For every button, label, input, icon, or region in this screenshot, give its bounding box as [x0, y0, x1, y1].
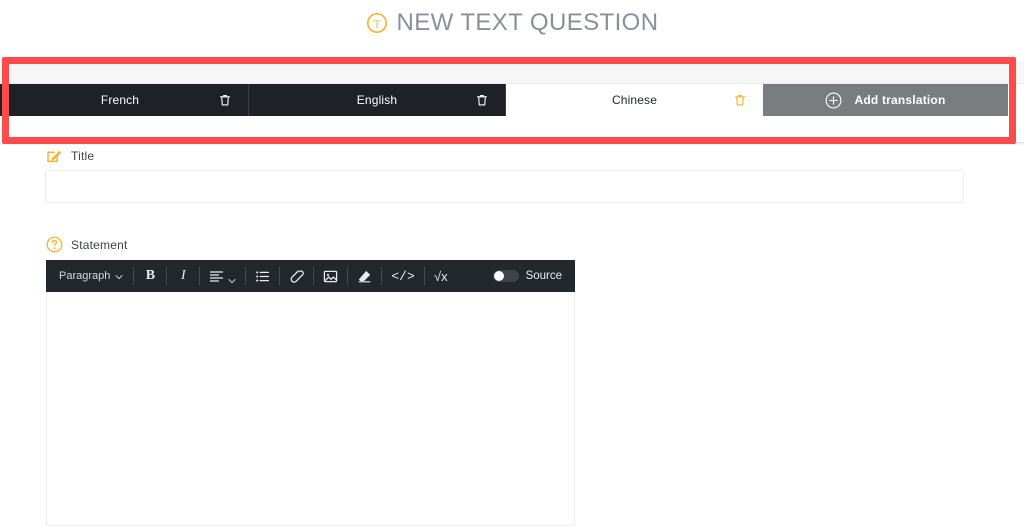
plus-circle-icon — [825, 92, 842, 109]
add-translation-button[interactable]: Add translation — [763, 84, 1008, 116]
bulleted-list-icon[interactable] — [250, 264, 275, 288]
translation-tab-row: French English Chinese — [0, 84, 1024, 116]
statement-field-label: Statement — [46, 236, 128, 253]
code-icon[interactable]: </> — [386, 264, 419, 288]
block-format-label: Paragraph — [59, 270, 110, 282]
italic-icon[interactable]: I — [171, 264, 195, 288]
edit-pencil-icon — [46, 147, 63, 164]
title-input[interactable] — [45, 170, 964, 203]
toolbar-separator — [381, 267, 382, 285]
page-title: NEW TEXT QUESTION — [397, 9, 659, 37]
eraser-icon[interactable] — [352, 264, 377, 288]
chevron-down-icon — [115, 272, 123, 280]
statement-editor-content[interactable] — [46, 292, 575, 526]
toolbar-separator — [133, 267, 134, 285]
toolbar-separator — [313, 267, 314, 285]
tab-english[interactable]: English — [249, 84, 506, 116]
tab-chinese[interactable]: Chinese — [506, 84, 763, 116]
chevron-down-icon — [228, 272, 236, 280]
tab-chinese-label: Chinese — [612, 93, 657, 107]
toolbar-separator — [424, 267, 425, 285]
title-label-text: Title — [71, 149, 94, 163]
panel-top-strip — [0, 62, 1024, 84]
tab-english-label: English — [357, 93, 397, 107]
svg-text:T: T — [373, 18, 380, 30]
source-toggle-label: Source — [526, 270, 562, 282]
link-icon[interactable] — [284, 264, 309, 288]
editor-toolbar: Paragraph B I — [46, 260, 575, 292]
tab-french[interactable]: French — [0, 84, 249, 116]
source-toggle[interactable]: Source — [493, 270, 568, 282]
math-formula-icon[interactable]: √x — [429, 264, 453, 288]
circled-t-icon: T — [366, 12, 388, 34]
delete-french-translation-icon[interactable] — [219, 94, 231, 107]
delete-chinese-translation-icon[interactable] — [734, 94, 746, 107]
panel-bottom-strip — [0, 116, 1024, 142]
add-translation-label: Add translation — [854, 93, 945, 107]
tab-french-label: French — [101, 93, 139, 107]
question-circle-icon — [46, 236, 63, 253]
block-format-dropdown[interactable]: Paragraph — [53, 264, 129, 288]
delete-english-translation-icon[interactable] — [476, 94, 488, 107]
image-icon[interactable] — [318, 264, 343, 288]
align-left-icon[interactable] — [204, 264, 241, 288]
source-toggle-switch[interactable] — [493, 270, 519, 282]
statement-label-text: Statement — [71, 238, 128, 252]
translations-panel: French English Chinese — [0, 62, 1024, 142]
toolbar-separator — [199, 267, 200, 285]
toolbar-separator — [347, 267, 348, 285]
page-header: T NEW TEXT QUESTION — [0, 0, 1024, 46]
toolbar-separator — [166, 267, 167, 285]
toolbar-separator — [245, 267, 246, 285]
title-field-label: Title — [46, 147, 94, 164]
bold-icon[interactable]: B — [138, 264, 162, 288]
toolbar-separator — [279, 267, 280, 285]
source-toggle-knob — [494, 271, 504, 281]
statement-rich-text-editor: Paragraph B I — [46, 260, 575, 526]
page-root: T NEW TEXT QUESTION French English — [0, 0, 1024, 526]
